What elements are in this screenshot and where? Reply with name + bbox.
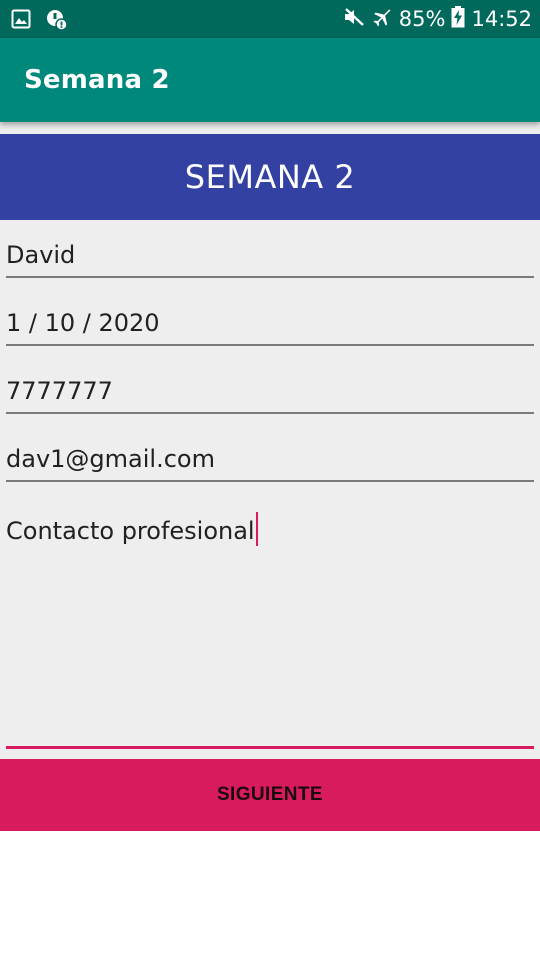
battery-charging-icon — [451, 5, 465, 33]
banner-title: SEMANA 2 — [184, 158, 356, 196]
status-bar: 85% 14:52 — [0, 0, 540, 38]
phone-input[interactable]: 7777777 — [6, 376, 534, 414]
form-container: SEMANA 2 David 1 / 10 / 2020 7777777 dav… — [0, 122, 540, 831]
description-input-content: Contacto profesional — [6, 512, 258, 546]
battery-percentage: 85% — [398, 7, 446, 31]
clock: 14:52 — [471, 7, 532, 31]
next-button-label: SIGUIENTE — [216, 784, 323, 805]
image-notification-icon — [11, 9, 31, 33]
page-banner: SEMANA 2 — [0, 134, 540, 220]
name-input[interactable]: David — [6, 240, 534, 278]
app-title: Semana 2 — [24, 65, 170, 95]
bottom-empty-area — [0, 831, 540, 960]
status-bar-right: 85% 14:52 — [343, 0, 532, 38]
security-notification-icon — [46, 9, 68, 35]
next-button[interactable]: SIGUIENTE — [0, 759, 540, 831]
mute-icon — [343, 7, 365, 32]
email-input[interactable]: dav1@gmail.com — [6, 444, 534, 482]
airplane-mode-icon — [371, 6, 393, 33]
date-input[interactable]: 1 / 10 / 2020 — [6, 308, 534, 346]
text-cursor — [255, 512, 258, 546]
date-input-value: 1 / 10 / 2020 — [6, 309, 160, 337]
screen: 85% 14:52 Semana 2 SEMANA 2 David 1 / 10… — [0, 0, 540, 960]
app-bar: Semana 2 — [0, 38, 540, 122]
description-input-value: Contacto profesional — [6, 517, 255, 545]
email-input-value: dav1@gmail.com — [6, 445, 215, 473]
phone-input-value: 7777777 — [6, 377, 113, 405]
name-input-value: David — [6, 241, 76, 269]
description-input[interactable]: Contacto profesional — [6, 512, 534, 749]
